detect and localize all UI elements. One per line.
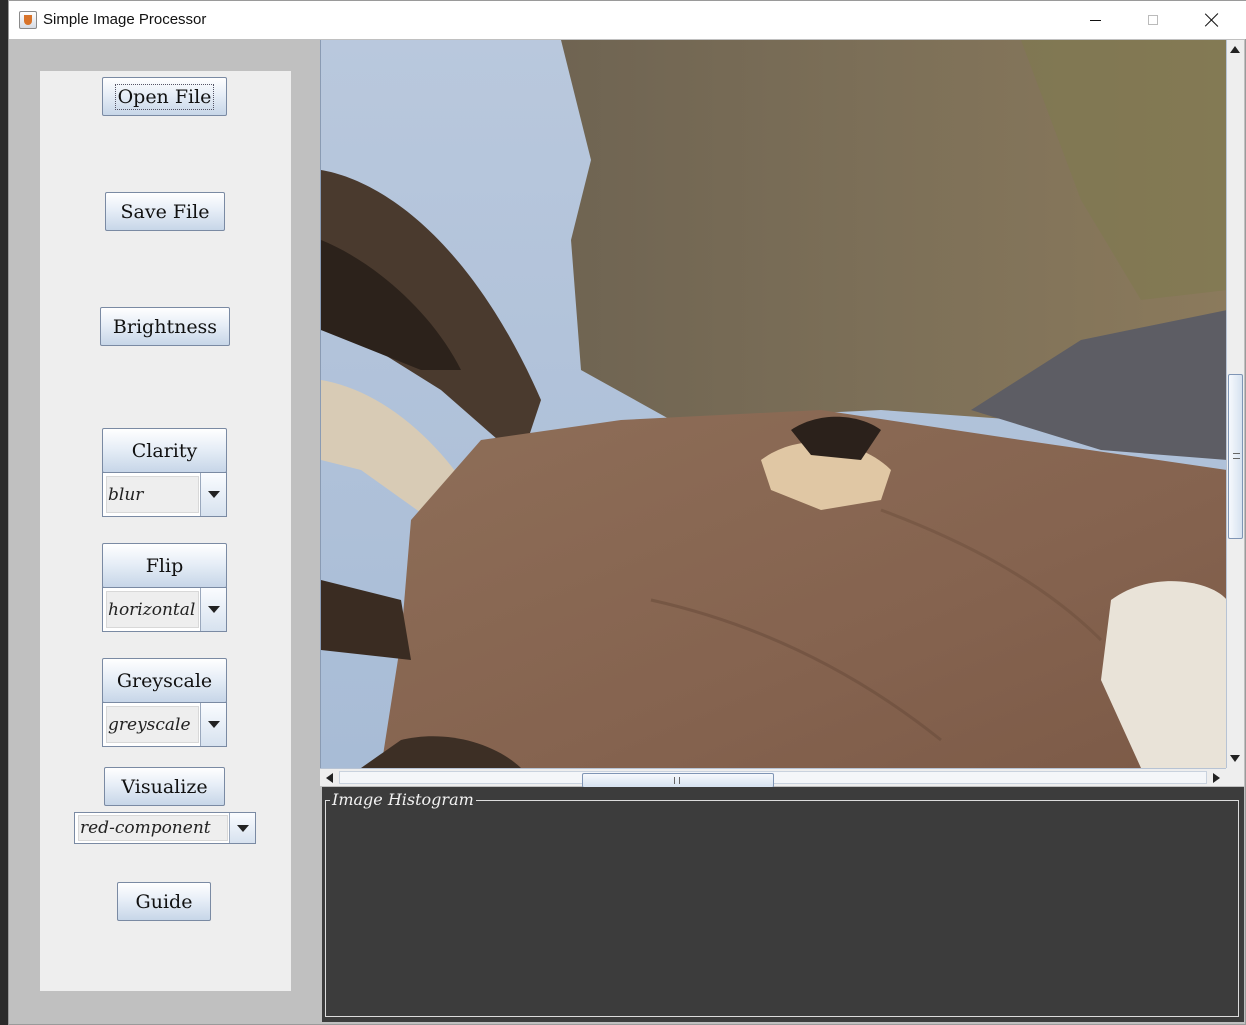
java-cup-icon — [19, 11, 37, 29]
scroll-corner — [1226, 768, 1244, 786]
close-icon — [1205, 13, 1219, 27]
title-bar[interactable]: Simple Image Processor — [9, 1, 1246, 39]
clarity-dropdown[interactable]: blur — [102, 472, 227, 517]
chevron-down-icon[interactable] — [200, 473, 226, 516]
guide-button[interactable]: Guide — [117, 882, 211, 921]
visualize-selected-value: red-component — [78, 815, 228, 841]
tool-panel: Open File Save File Brightness Clarity b… — [40, 71, 291, 991]
image-canvas[interactable] — [320, 40, 1226, 768]
minimize-icon — [1089, 19, 1101, 21]
horizontal-scrollbar[interactable] — [320, 768, 1226, 788]
clarity-selected-value: blur — [106, 476, 199, 513]
maximize-button[interactable] — [1124, 1, 1182, 39]
visualize-dropdown[interactable]: red-component — [74, 812, 256, 844]
app-window: Simple Image Processor Open File Save Fi… — [8, 0, 1246, 1025]
scroll-left-icon[interactable] — [326, 773, 333, 783]
scroll-down-icon[interactable] — [1230, 755, 1240, 762]
vertical-scrollbar[interactable] — [1226, 40, 1244, 768]
scroll-right-icon[interactable] — [1213, 773, 1220, 783]
chevron-down-icon[interactable] — [200, 588, 226, 631]
open-file-label: Open File — [114, 83, 215, 110]
open-file-button[interactable]: Open File — [102, 77, 227, 116]
scroll-up-icon[interactable] — [1230, 46, 1240, 53]
loaded-image — [321, 40, 1226, 768]
sidebar-container: Open File Save File Brightness Clarity b… — [9, 39, 320, 1024]
save-file-button[interactable]: Save File — [105, 192, 225, 231]
vertical-scroll-thumb[interactable] — [1228, 374, 1243, 539]
histogram-title: Image Histogram — [330, 790, 476, 809]
brightness-button[interactable]: Brightness — [100, 307, 230, 346]
minimize-button[interactable] — [1066, 1, 1124, 39]
window-title: Simple Image Processor — [43, 11, 207, 28]
maximize-icon — [1148, 15, 1158, 25]
horizontal-scroll-thumb[interactable] — [582, 773, 774, 788]
flip-selected-value: horizontal — [106, 591, 199, 628]
greyscale-selected-value: greyscale — [106, 706, 199, 743]
greyscale-button[interactable]: Greyscale — [102, 658, 227, 703]
horizontal-scroll-track[interactable] — [339, 771, 1207, 788]
close-button[interactable] — [1183, 1, 1241, 39]
histogram-panel: Image Histogram — [322, 787, 1244, 1022]
chevron-down-icon[interactable] — [200, 703, 226, 746]
clarity-button[interactable]: Clarity — [102, 428, 227, 473]
greyscale-dropdown[interactable]: greyscale — [102, 702, 227, 747]
chevron-down-icon[interactable] — [229, 813, 255, 843]
flip-dropdown[interactable]: horizontal — [102, 587, 227, 632]
flip-button[interactable]: Flip — [102, 543, 227, 588]
visualize-button[interactable]: Visualize — [104, 767, 225, 806]
histogram-frame — [325, 800, 1239, 1017]
